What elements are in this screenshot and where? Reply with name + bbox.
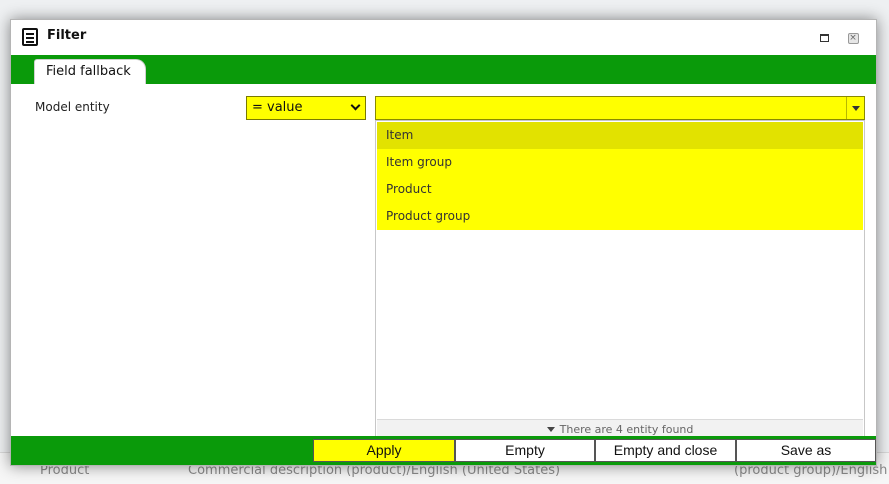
dialog-title: Filter bbox=[47, 28, 87, 43]
list-item-item[interactable]: Item bbox=[377, 122, 863, 149]
dialog-titlebar: Filter × bbox=[11, 20, 876, 55]
list-window-icon bbox=[22, 28, 38, 46]
entity-combo-input[interactable] bbox=[375, 96, 865, 120]
entity-count-text: There are 4 entity found bbox=[559, 423, 694, 436]
operator-value: = value bbox=[252, 100, 303, 115]
filter-content: Model entity = value Item Item group Pro… bbox=[24, 84, 865, 441]
list-item-product[interactable]: Product bbox=[377, 176, 863, 203]
field-label: Model entity bbox=[35, 100, 110, 114]
close-icon: × bbox=[847, 32, 859, 44]
save-as-button[interactable]: Save as bbox=[736, 439, 876, 462]
dropdown-arrow-button[interactable] bbox=[846, 97, 864, 119]
list-item-product-group[interactable]: Product group bbox=[377, 203, 863, 230]
operator-select[interactable]: = value bbox=[246, 96, 366, 120]
close-button[interactable]: × bbox=[846, 31, 860, 45]
tab-bar: Field fallback bbox=[11, 55, 876, 84]
chevron-down-icon bbox=[350, 100, 361, 111]
empty-and-close-button[interactable]: Empty and close bbox=[595, 439, 736, 462]
caret-down-icon bbox=[546, 427, 555, 432]
apply-button[interactable]: Apply bbox=[313, 439, 455, 462]
list-item-item-group[interactable]: Item group bbox=[377, 149, 863, 176]
caret-down-icon bbox=[852, 106, 860, 111]
filter-dialog: Filter × Field fallback Model entity = v… bbox=[10, 19, 877, 466]
dialog-button-bar: Apply Empty Empty and close Save as bbox=[11, 436, 876, 465]
maximize-button[interactable] bbox=[817, 31, 831, 45]
maximize-icon bbox=[819, 34, 829, 42]
tab-field-fallback[interactable]: Field fallback bbox=[34, 59, 146, 84]
empty-button[interactable]: Empty bbox=[455, 439, 595, 462]
entity-dropdown-list: Item Item group Product Product group Th… bbox=[375, 120, 865, 441]
